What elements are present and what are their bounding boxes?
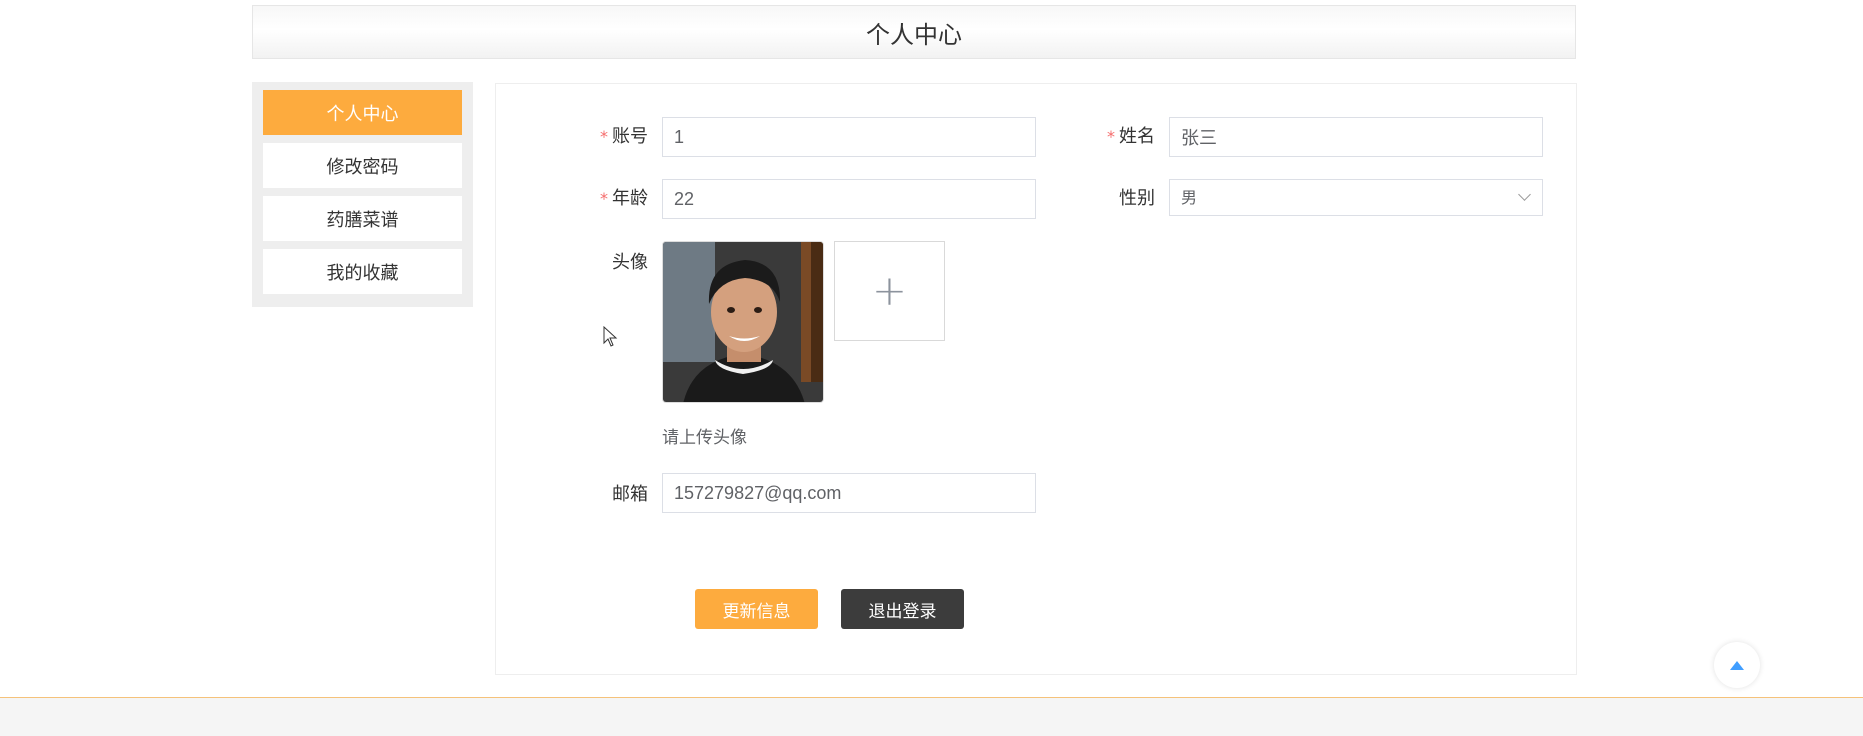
required-mark: * xyxy=(1107,127,1115,146)
name-input[interactable] xyxy=(1169,117,1543,157)
sidebar-item-change-password[interactable]: 修改密码 xyxy=(263,143,462,188)
name-label-text: 姓名 xyxy=(1119,126,1155,147)
account-input[interactable] xyxy=(662,117,1036,157)
logout-button[interactable]: 退出登录 xyxy=(841,589,964,629)
account-label-text: 账号 xyxy=(612,126,648,147)
required-mark: * xyxy=(600,127,608,146)
mouse-cursor-icon xyxy=(603,326,618,347)
update-info-button[interactable]: 更新信息 xyxy=(695,589,818,629)
avatar-image xyxy=(662,241,824,403)
sidebar: 个人中心 修改密码 药膳菜谱 我的收藏 xyxy=(252,82,473,307)
avatar-photo xyxy=(663,242,823,402)
profile-form-panel xyxy=(495,83,1577,675)
sidebar-item-favorites[interactable]: 我的收藏 xyxy=(263,249,462,294)
account-label: * 账号 xyxy=(528,122,648,148)
sidebar-item-profile[interactable]: 个人中心 xyxy=(263,90,462,135)
gender-select-value[interactable]: 男 xyxy=(1169,179,1543,216)
gender-select[interactable]: 男 xyxy=(1169,179,1543,216)
avatar-upload-hint: 请上传头像 xyxy=(662,428,747,448)
sidebar-item-recipes[interactable]: 药膳菜谱 xyxy=(263,196,462,241)
gender-label: 性别 xyxy=(1119,188,1155,209)
name-label: * 姓名 xyxy=(1035,122,1155,148)
email-label: 邮箱 xyxy=(612,484,648,505)
age-label-text: 年龄 xyxy=(612,188,648,209)
age-input[interactable] xyxy=(662,179,1036,219)
email-input[interactable] xyxy=(662,473,1036,513)
avatar-label: 头像 xyxy=(612,252,648,273)
back-to-top-button[interactable] xyxy=(1714,642,1760,688)
footer xyxy=(0,698,1863,736)
page-title: 个人中心 xyxy=(252,5,1576,59)
caret-up-icon xyxy=(1730,660,1744,670)
age-label: * 年龄 xyxy=(528,184,648,210)
avatar-upload-button[interactable]: + xyxy=(834,241,945,341)
plus-icon: + xyxy=(871,266,908,315)
required-mark: * xyxy=(600,189,608,208)
